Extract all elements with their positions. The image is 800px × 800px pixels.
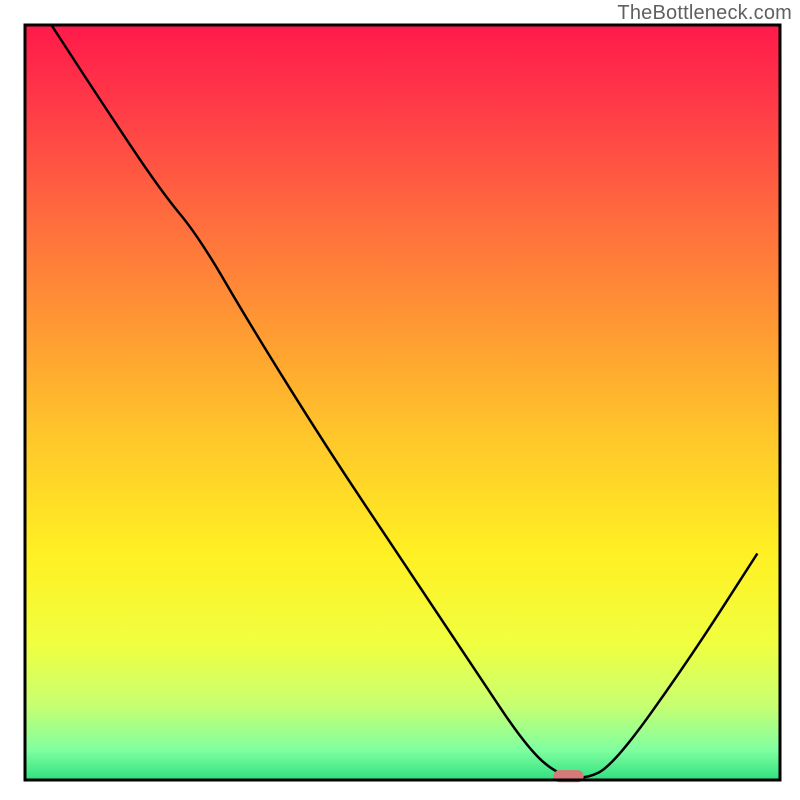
chart-container: TheBottleneck.com <box>0 0 800 800</box>
plot-background <box>25 25 780 780</box>
watermark-text: TheBottleneck.com <box>617 2 792 25</box>
bottleneck-chart <box>0 0 800 800</box>
